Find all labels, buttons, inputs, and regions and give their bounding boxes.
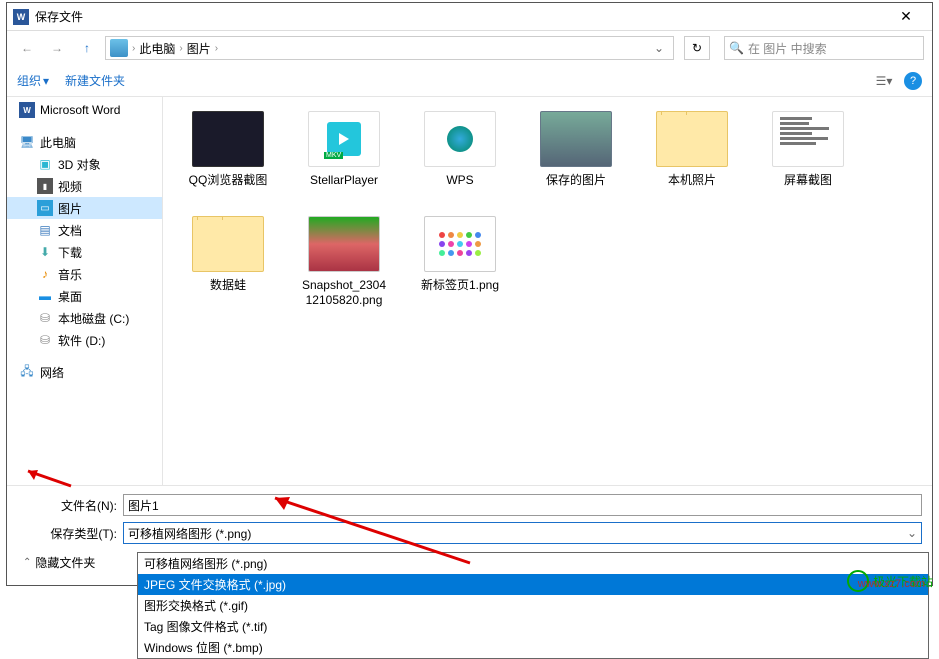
pc-icon: 🖥 bbox=[19, 134, 35, 150]
address-dropdown-icon[interactable]: ⌄ bbox=[649, 41, 669, 55]
sidebar-item-disk-d[interactable]: ⛁ 软件 (D:) bbox=[7, 329, 162, 351]
file-thumbnail bbox=[656, 111, 728, 167]
sidebar-item-pictures[interactable]: ▭ 图片 bbox=[7, 197, 162, 219]
file-item[interactable]: MKV StellarPlayer bbox=[299, 111, 389, 188]
search-placeholder: 在 图片 中搜索 bbox=[748, 40, 827, 57]
file-thumbnail bbox=[772, 111, 844, 167]
toolbar: 组织▾ 新建文件夹 ☰▾ ? bbox=[7, 65, 932, 97]
chevron-icon: ⌃ bbox=[23, 557, 31, 568]
file-item[interactable]: 新标签页1.png bbox=[415, 216, 505, 308]
sidebar-item-disk-c[interactable]: ⛁ 本地磁盘 (C:) bbox=[7, 307, 162, 329]
download-icon: ⬇ bbox=[37, 244, 53, 260]
search-icon: 🔍 bbox=[729, 41, 744, 55]
forward-button[interactable]: → bbox=[45, 36, 69, 60]
chevron-down-icon: ⌄ bbox=[907, 526, 917, 540]
picture-icon: ▭ bbox=[37, 200, 53, 216]
file-label: 本机照片 bbox=[668, 173, 716, 188]
sidebar-item-desktop[interactable]: ▬ 桌面 bbox=[7, 285, 162, 307]
titlebar: W 保存文件 ✕ bbox=[7, 3, 932, 31]
sidebar-item-music[interactable]: ♪ 音乐 bbox=[7, 263, 162, 285]
file-grid: QQ浏览器截图 MKV StellarPlayer WPS 保存的图片 本机照片 屏幕截图数… bbox=[163, 97, 932, 485]
sidebar-item-3d[interactable]: ▣ 3D 对象 bbox=[7, 153, 162, 175]
organize-menu[interactable]: 组织▾ bbox=[17, 72, 49, 89]
file-thumbnail bbox=[192, 216, 264, 272]
sidebar-item-pc[interactable]: 🖥 此电脑 bbox=[7, 131, 162, 153]
sidebar-item-video[interactable]: ▮ 视频 bbox=[7, 175, 162, 197]
dropdown-option-png[interactable]: 可移植网络图形 (*.png) bbox=[138, 553, 928, 574]
pc-icon bbox=[110, 39, 128, 57]
chevron-right-icon: › bbox=[132, 43, 135, 54]
file-item[interactable]: QQ浏览器截图 bbox=[183, 111, 273, 188]
file-label: 新标签页1.png bbox=[421, 278, 499, 293]
chevron-right-icon: › bbox=[215, 43, 218, 54]
breadcrumb-pc[interactable]: 此电脑 bbox=[139, 40, 175, 57]
new-folder-button[interactable]: 新建文件夹 bbox=[65, 72, 125, 89]
close-button[interactable]: ✕ bbox=[886, 8, 926, 25]
file-item[interactable]: 本机照片 bbox=[647, 111, 737, 188]
back-button[interactable]: ← bbox=[15, 36, 39, 60]
file-item[interactable]: WPS bbox=[415, 111, 505, 188]
video-icon: ▮ bbox=[37, 178, 53, 194]
dropdown-option-jpg[interactable]: JPEG 文件交换格式 (*.jpg) bbox=[138, 574, 928, 595]
breadcrumb-pictures[interactable]: 图片 bbox=[187, 40, 211, 57]
file-item[interactable]: Snapshot_230412105820.png bbox=[299, 216, 389, 308]
filetype-label: 保存类型(T): bbox=[17, 525, 123, 542]
search-input[interactable]: 🔍 在 图片 中搜索 bbox=[724, 36, 924, 60]
file-item[interactable]: 保存的图片 bbox=[531, 111, 621, 188]
view-mode-button[interactable]: ☰▾ bbox=[870, 70, 898, 92]
document-icon: ▤ bbox=[37, 222, 53, 238]
file-thumbnail: MKV bbox=[308, 111, 380, 167]
sidebar: W Microsoft Word 🖥 此电脑 ▣ 3D 对象 ▮ 视频 ▭ 图片… bbox=[7, 97, 163, 485]
sidebar-item-network[interactable]: 🖧 网络 bbox=[7, 361, 162, 383]
file-item[interactable]: 数据蛙 bbox=[183, 216, 273, 308]
desktop-icon: ▬ bbox=[37, 288, 53, 304]
file-label: 数据蛙 bbox=[210, 278, 246, 293]
chevron-down-icon: ▾ bbox=[43, 74, 49, 88]
file-thumbnail bbox=[424, 216, 496, 272]
filetype-value: 可移植网络图形 (*.png) bbox=[128, 525, 251, 542]
disk-icon: ⛁ bbox=[37, 332, 53, 348]
word-icon: W bbox=[19, 102, 35, 118]
refresh-button[interactable]: ↻ bbox=[684, 36, 710, 60]
network-icon: 🖧 bbox=[19, 364, 35, 380]
nav-bar: ← → ↑ › 此电脑 › 图片 › ⌄ ↻ 🔍 在 图片 中搜索 bbox=[7, 31, 932, 65]
save-dialog: W 保存文件 ✕ ← → ↑ › 此电脑 › 图片 › ⌄ ↻ 🔍 在 图片 中… bbox=[6, 2, 933, 586]
chevron-right-icon: › bbox=[179, 43, 182, 54]
dropdown-option-gif[interactable]: 图形交换格式 (*.gif) bbox=[138, 595, 928, 616]
address-bar[interactable]: › 此电脑 › 图片 › ⌄ bbox=[105, 36, 674, 60]
sidebar-item-documents[interactable]: ▤ 文档 bbox=[7, 219, 162, 241]
dropdown-option-bmp[interactable]: Windows 位图 (*.bmp) bbox=[138, 637, 928, 658]
filename-label: 文件名(N): bbox=[17, 497, 123, 514]
file-label: 屏幕截图 bbox=[784, 173, 832, 188]
disk-icon: ⛁ bbox=[37, 310, 53, 326]
file-thumbnail bbox=[424, 111, 496, 167]
filetype-dropdown: 可移植网络图形 (*.png) JPEG 文件交换格式 (*.jpg) 图形交换… bbox=[137, 552, 929, 659]
file-thumbnail bbox=[540, 111, 612, 167]
bottom-panel: 文件名(N): 保存类型(T): 可移植网络图形 (*.png) ⌄ 可移植网络… bbox=[7, 485, 932, 585]
file-thumbnail bbox=[308, 216, 380, 272]
dropdown-option-tif[interactable]: Tag 图像文件格式 (*.tif) bbox=[138, 616, 928, 637]
file-label: 保存的图片 bbox=[546, 173, 606, 188]
sidebar-item-downloads[interactable]: ⬇ 下载 bbox=[7, 241, 162, 263]
help-button[interactable]: ? bbox=[904, 72, 922, 90]
dialog-title: 保存文件 bbox=[35, 8, 886, 25]
filetype-combo[interactable]: 可移植网络图形 (*.png) ⌄ bbox=[123, 522, 922, 544]
up-button[interactable]: ↑ bbox=[75, 36, 99, 60]
sidebar-item-word[interactable]: W Microsoft Word bbox=[7, 99, 162, 121]
file-label: WPS bbox=[446, 173, 473, 188]
watermark-url: www.xz7.com bbox=[858, 578, 925, 590]
file-label: QQ浏览器截图 bbox=[189, 173, 268, 188]
file-thumbnail bbox=[192, 111, 264, 167]
word-app-icon: W bbox=[13, 9, 29, 25]
file-item[interactable]: 屏幕截图 bbox=[763, 111, 853, 188]
body: W Microsoft Word 🖥 此电脑 ▣ 3D 对象 ▮ 视频 ▭ 图片… bbox=[7, 97, 932, 485]
file-label: Snapshot_230412105820.png bbox=[299, 278, 389, 308]
music-icon: ♪ bbox=[37, 266, 53, 282]
file-label: StellarPlayer bbox=[310, 173, 378, 188]
filename-input[interactable] bbox=[123, 494, 922, 516]
3d-icon: ▣ bbox=[37, 156, 53, 172]
